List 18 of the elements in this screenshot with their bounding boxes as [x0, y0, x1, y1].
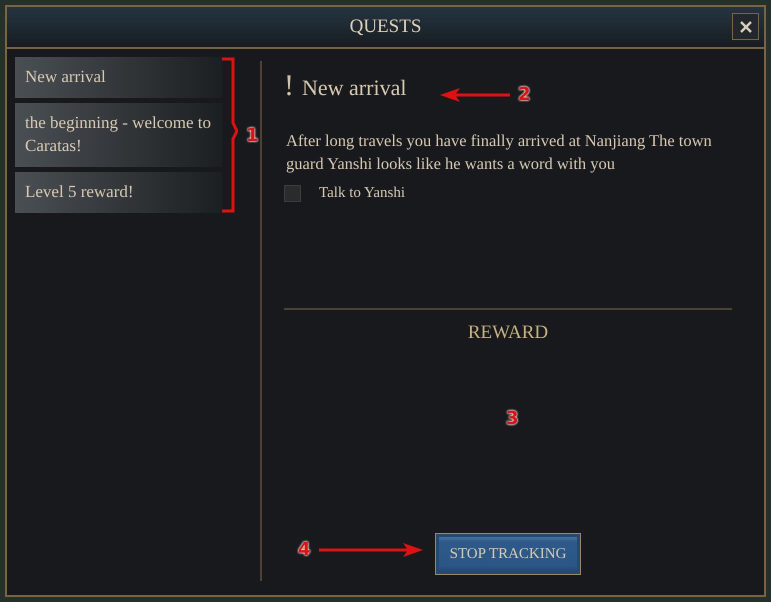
quest-title: New arrival: [302, 75, 406, 101]
stop-tracking-button[interactable]: STOP TRACKING: [435, 533, 581, 575]
objective-label: Talk to Yanshi: [319, 185, 406, 202]
quest-item[interactable]: New arrival: [15, 57, 222, 98]
exclamation-mark: !: [284, 69, 294, 103]
objective-checkbox[interactable]: [284, 185, 301, 202]
window-title: QUESTS: [350, 16, 422, 38]
close-button[interactable]: [732, 13, 759, 40]
quest-item[interactable]: the beginning - welcome to Caratas!: [15, 102, 222, 167]
quest-item[interactable]: Level 5 reward!: [15, 172, 222, 213]
reward-heading: REWARD: [466, 322, 550, 344]
annotation-number: 3: [506, 408, 519, 429]
arrow-annotation: [440, 88, 510, 102]
quest-description: After long travels you have finally arrived at Nanjiang The town guard Yanshi looks like he wants a word with you: [286, 130, 713, 175]
annotation-number: 2: [518, 84, 531, 105]
annotation-number: 4: [298, 539, 311, 560]
annotation-number: 1: [246, 124, 259, 146]
close-icon: [740, 20, 752, 32]
